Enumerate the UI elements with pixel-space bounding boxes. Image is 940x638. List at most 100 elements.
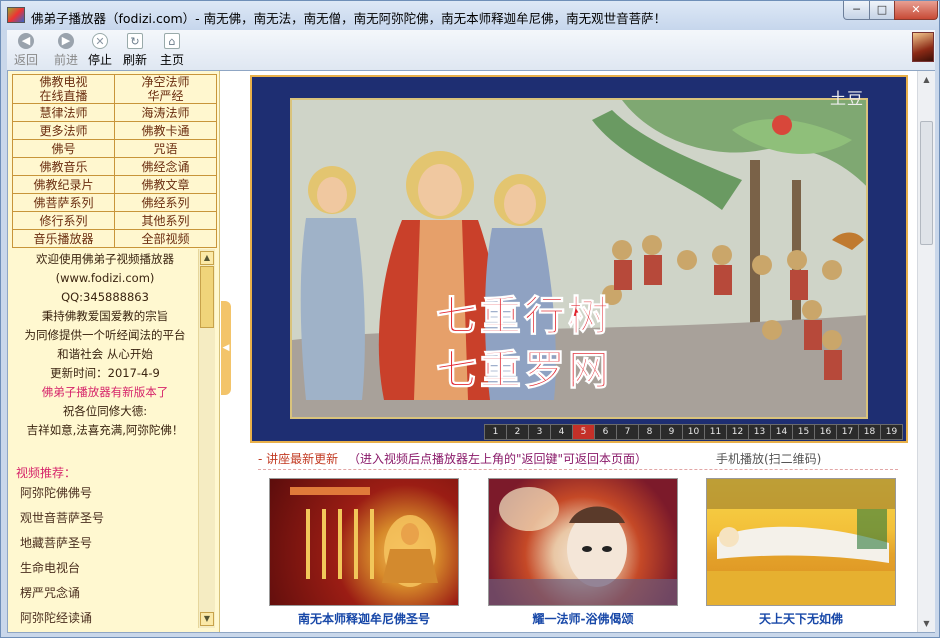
browser-content: 佛教电视 在线直播 净空法师 华严经 慧律法师 海涛法师 更多法师 佛教卡通 佛号 咒语 佛教音… xyxy=(7,70,935,633)
news-header: - 讲座最新更新 （进入视频后点播放器左上角的"返回键"可返回本页面） 手机播放… xyxy=(258,450,898,470)
bathing-buddha-thumbnail-image xyxy=(489,487,677,605)
app-logo-icon xyxy=(7,7,25,23)
recommend-item[interactable]: 阿弥陀佛佛号 xyxy=(20,484,104,509)
menu-item[interactable]: 全部视频 xyxy=(114,229,217,248)
forward-icon: ▶ xyxy=(58,33,74,49)
menu-item[interactable]: 佛教卡通 xyxy=(114,121,217,140)
page-button[interactable]: 1 xyxy=(484,424,507,440)
page-button[interactable]: 11 xyxy=(704,424,727,440)
scroll-up-icon[interactable]: ▲ xyxy=(200,251,214,265)
menu-item[interactable]: 佛经系列 xyxy=(114,193,217,212)
recommend-item[interactable]: 生命电视台 xyxy=(20,559,104,584)
home-button[interactable]: ⌂ 主页 xyxy=(155,33,189,68)
scroll-down-icon[interactable]: ▼ xyxy=(920,617,933,630)
video-player[interactable]: 土豆 七重行树 七重罗网 1 2 3 4 5 6 7 8 9 10 11 12 13 14 15 16 17 18… xyxy=(250,75,908,443)
video-card[interactable]: 天上天下无如佛 xyxy=(706,478,896,627)
video-thumbnail[interactable] xyxy=(706,478,896,606)
menu-item[interactable]: 其他系列 xyxy=(114,211,217,230)
info-line: 欢迎使用佛弟子视频播放器 xyxy=(36,252,174,266)
forward-button[interactable]: ▶ 前进 xyxy=(49,33,83,68)
menu-item[interactable]: 音乐播放器 xyxy=(12,229,115,248)
page-button[interactable]: 5 xyxy=(572,424,595,440)
menu-item[interactable]: 咒语 xyxy=(114,139,217,158)
forward-label: 前进 xyxy=(53,53,78,67)
info-line: QQ:345888863 xyxy=(61,290,149,304)
menu-item[interactable]: 慧律法师 xyxy=(12,103,115,122)
page-button[interactable]: 19 xyxy=(880,424,903,440)
slide-pager: 1 2 3 4 5 6 7 8 9 10 11 12 13 14 15 16 17 18 19 xyxy=(484,424,903,441)
panel-splitter: ◀ xyxy=(221,71,232,632)
menu-item[interactable]: 海涛法师 xyxy=(114,103,217,122)
category-menu: 佛教电视 在线直播 净空法师 华严经 慧律法师 海涛法师 更多法师 佛教卡通 佛号 咒语 佛教音… xyxy=(12,74,217,248)
menu-item[interactable]: 更多法师 xyxy=(12,121,115,140)
video-card-title[interactable]: 南无本师释迦牟尼佛圣号 xyxy=(269,610,459,627)
recommend-item[interactable]: 阿弥陀经读诵 xyxy=(20,609,104,634)
menu-item[interactable]: 佛教文章 xyxy=(114,175,217,194)
reclining-buddha-thumbnail-image xyxy=(707,479,895,605)
scroll-up-icon[interactable]: ▲ xyxy=(920,73,933,86)
scroll-thumb[interactable] xyxy=(920,121,933,245)
stop-label: 停止 xyxy=(87,53,112,67)
video-card[interactable]: 南无本师释迦牟尼佛圣号 xyxy=(269,478,459,627)
page-button[interactable]: 6 xyxy=(594,424,617,440)
recommend-item[interactable]: 地藏菩萨圣号 xyxy=(20,534,104,559)
left-scrollbar[interactable]: ▲ ▼ xyxy=(198,249,215,628)
page-button[interactable]: 13 xyxy=(748,424,771,440)
page-button[interactable]: 16 xyxy=(814,424,837,440)
video-thumbnail[interactable] xyxy=(269,478,459,606)
menu-item[interactable]: 净空法师 华严经 xyxy=(114,74,217,104)
menu-item[interactable]: 佛菩萨系列 xyxy=(12,193,115,212)
menu-item[interactable]: 修行系列 xyxy=(12,211,115,230)
new-version-link[interactable]: 佛弟子播放器有新版本了 xyxy=(12,383,198,402)
info-line: (www.fodizi.com) xyxy=(55,271,155,285)
video-card[interactable]: 耀一法师-浴佛偈颂 xyxy=(488,478,678,627)
title-bar: 佛弟子播放器（fodizi.com）- 南无佛，南无法，南无僧，南无阿弥陀佛，南… xyxy=(1,1,939,30)
page-button[interactable]: 14 xyxy=(770,424,793,440)
video-card-title[interactable]: 耀一法师-浴佛偈颂 xyxy=(488,610,678,627)
video-caption: 七重行树 七重罗网 xyxy=(436,289,612,397)
page-button[interactable]: 10 xyxy=(682,424,705,440)
back-button[interactable]: ◀ 返回 xyxy=(9,33,43,68)
page-button[interactable]: 3 xyxy=(528,424,551,440)
page-button[interactable]: 4 xyxy=(550,424,573,440)
refresh-icon: ↻ xyxy=(127,33,143,49)
update-time: 更新时间：2017-4-9 xyxy=(50,366,160,380)
main-scrollbar[interactable]: ▲ ▼ xyxy=(917,71,935,632)
player-frame: 土豆 七重行树 七重罗网 1 2 3 4 5 6 7 8 9 10 11 12 13 14 15 16 17 18… xyxy=(252,77,906,441)
info-line: 为同修提供一个听经闻法的平台 xyxy=(24,328,186,342)
scroll-down-icon[interactable]: ▼ xyxy=(200,612,214,626)
video-card-title[interactable]: 天上天下无如佛 xyxy=(706,610,896,627)
page-button[interactable]: 12 xyxy=(726,424,749,440)
back-icon: ◀ xyxy=(18,33,34,49)
page-button[interactable]: 8 xyxy=(638,424,661,440)
info-line: 和谐社会 从心开始 xyxy=(57,347,153,361)
refresh-button[interactable]: ↻ 刷新 xyxy=(118,33,152,68)
info-line: 秉持佛教爱国爱教的宗旨 xyxy=(41,309,169,323)
video-thumbnail[interactable] xyxy=(488,478,678,606)
menu-item[interactable]: 佛经念诵 xyxy=(114,157,217,176)
recommend-item[interactable]: 观世音菩萨圣号 xyxy=(20,509,104,534)
stop-button[interactable]: ✕ 停止 xyxy=(83,33,117,68)
page-button[interactable]: 17 xyxy=(836,424,859,440)
page-button[interactable]: 9 xyxy=(660,424,683,440)
close-button[interactable]: ✕ xyxy=(894,1,938,20)
mobile-play-link[interactable]: 手机播放(扫二维码) xyxy=(716,450,821,467)
minimize-button[interactable]: ─ xyxy=(843,1,870,20)
page-button[interactable]: 2 xyxy=(506,424,529,440)
home-label: 主页 xyxy=(159,53,184,67)
collapse-sidebar-handle[interactable]: ◀ xyxy=(221,301,231,395)
scroll-thumb[interactable] xyxy=(200,266,214,328)
menu-item[interactable]: 佛教纪录片 xyxy=(12,175,115,194)
app-window: 佛弟子播放器（fodizi.com）- 南无佛，南无法，南无僧，南无阿弥陀佛，南… xyxy=(0,0,940,638)
recommend-item[interactable]: 楞严咒念诵 xyxy=(20,584,104,609)
menu-item[interactable]: 佛教电视 在线直播 xyxy=(12,74,115,104)
maximize-button[interactable]: □ xyxy=(869,1,895,20)
page-button[interactable]: 15 xyxy=(792,424,815,440)
recommend-heading: 视频推荐： xyxy=(16,466,77,480)
page-button[interactable]: 7 xyxy=(616,424,639,440)
page-button[interactable]: 18 xyxy=(858,424,881,440)
menu-item[interactable]: 佛教音乐 xyxy=(12,157,115,176)
avatar[interactable] xyxy=(912,32,934,62)
home-icon: ⌂ xyxy=(164,33,180,49)
menu-item[interactable]: 佛号 xyxy=(12,139,115,158)
